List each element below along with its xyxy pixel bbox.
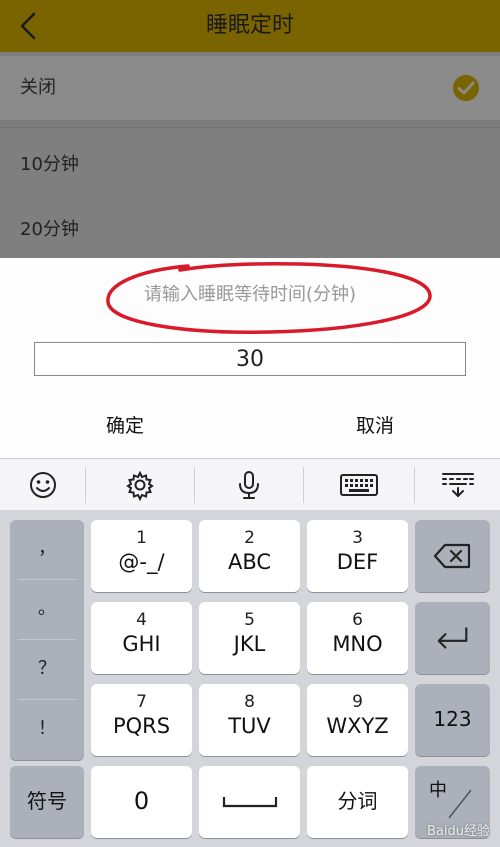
key-letters: ABC [227, 550, 272, 574]
return-icon [437, 627, 467, 649]
key-number: 1 [136, 528, 147, 548]
option-10min[interactable]: 10分钟 [0, 133, 500, 197]
key-4[interactable]: 4 GHI [91, 602, 192, 674]
option-off[interactable]: 关闭 [0, 56, 500, 120]
check-icon [453, 75, 479, 101]
nine-key-keyboard: ， 。 ？ ！ 1 @-_/ 2 ABC 3 DEF 4 GHI 5 JKL 6… [0, 510, 500, 847]
gear-icon[interactable] [86, 459, 194, 511]
microphone-icon[interactable] [195, 459, 303, 511]
enter-key[interactable] [415, 602, 490, 674]
key-letters: PQRS [112, 714, 171, 738]
key-number: 9 [352, 692, 363, 712]
key-letters: JKL [233, 632, 266, 656]
cancel-button[interactable]: 取消 [250, 406, 500, 446]
key-comma[interactable]: ， [10, 520, 84, 578]
keyboard-icon[interactable] [304, 459, 414, 511]
number-switch-key[interactable]: 123 [415, 684, 490, 756]
key-question[interactable]: ？ [10, 640, 84, 698]
emoji-icon[interactable] [0, 459, 85, 511]
key-letters: TUV [228, 714, 271, 738]
dialog-prompt: 请输入睡眠等待时间(分钟) [143, 284, 357, 305]
key-letters: MNO [332, 632, 383, 656]
key-letters: WXYZ [326, 714, 389, 738]
key-number: 3 [352, 528, 363, 548]
key-letters: DEF [336, 550, 379, 574]
watermark: Baidu经验 [427, 824, 490, 839]
key-9[interactable]: 9 WXYZ [307, 684, 408, 756]
sleep-timer-dialog: 请输入睡眠等待时间(分钟) 确定 取消 [0, 258, 500, 458]
key-2[interactable]: 2 ABC [199, 520, 300, 592]
key-3[interactable]: 3 DEF [307, 520, 408, 592]
key-8[interactable]: 8 TUV [199, 684, 300, 756]
space-icon [222, 797, 277, 808]
page-title: 睡眠定时 [205, 13, 294, 38]
option-label: 20分钟 [20, 219, 79, 240]
key-1[interactable]: 1 @-_/ [91, 520, 192, 592]
key-0[interactable]: 0 [91, 766, 192, 838]
key-number: 6 [352, 610, 363, 630]
symbols-key[interactable]: 符号 [10, 766, 84, 838]
top-bar: 睡眠定时 [0, 0, 500, 52]
key-exclamation[interactable]: ！ [10, 700, 84, 758]
key-label: 分词 [337, 789, 378, 813]
key-letters: GHI [122, 632, 161, 656]
confirm-button[interactable]: 确定 [0, 406, 250, 446]
hide-keyboard-icon[interactable] [415, 459, 500, 511]
key-5[interactable]: 5 JKL [199, 602, 300, 674]
key-number: 4 [136, 610, 147, 630]
punctuation-column: ， 。 ？ ！ [10, 520, 84, 760]
space-key[interactable] [199, 766, 300, 838]
key-7[interactable]: 7 PQRS [91, 684, 192, 756]
key-letters: @-_/ [118, 550, 165, 574]
option-label: 10分钟 [20, 154, 79, 175]
key-number: 7 [136, 692, 147, 712]
divider [0, 127, 500, 128]
option-label: 关闭 [20, 77, 56, 98]
key-period[interactable]: 。 [10, 580, 84, 638]
keyboard-toolbar [0, 458, 500, 510]
key-number: 8 [244, 692, 255, 712]
key-6[interactable]: 6 MNO [307, 602, 408, 674]
word-segment-key[interactable]: 分词 [307, 766, 408, 838]
key-number: 5 [244, 610, 255, 630]
minutes-input[interactable] [34, 342, 466, 376]
option-20min[interactable]: 20分钟 [0, 198, 500, 262]
backspace-icon [433, 543, 470, 569]
backspace-key[interactable] [415, 520, 490, 592]
key-number: 2 [244, 528, 255, 548]
